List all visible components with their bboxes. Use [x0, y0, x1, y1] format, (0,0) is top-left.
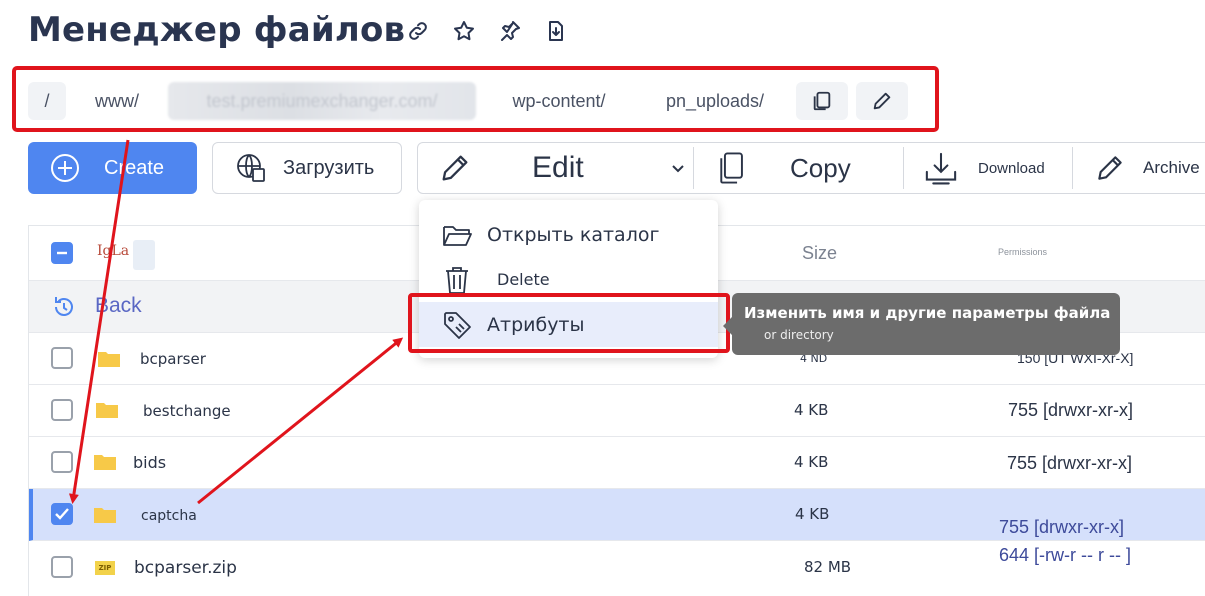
file-manager-page: Менеджер файлов / www/ test.premiumexcha… — [0, 0, 1205, 596]
title-actions — [405, 18, 569, 44]
archive-button[interactable]: Archive — [1094, 143, 1205, 193]
breadcrumb-item-domain[interactable]: test.premiumexchanger.com/ — [168, 82, 476, 120]
table-row-selected[interactable]: captcha 4 KB 755 [drwxr-xr-x] — [29, 489, 1205, 541]
create-button[interactable]: Create — [28, 142, 197, 194]
tooltip-line-1: Изменить имя и другие параметры файла — [744, 304, 1111, 322]
file-name[interactable]: bcparser — [140, 350, 206, 368]
copy-path-button[interactable] — [796, 82, 848, 120]
checkmark-icon — [55, 508, 69, 520]
permissions-column-header[interactable]: Permissions — [998, 247, 1047, 257]
file-size: 4 KB — [794, 401, 829, 419]
copy-button[interactable]: Copy — [716, 143, 896, 193]
pencil-icon — [1098, 156, 1122, 180]
upload-button-label: Загрузить — [283, 156, 375, 179]
folder-icon — [98, 352, 120, 367]
menu-item-delete-label: Delete — [497, 270, 550, 289]
folder-icon — [94, 455, 116, 470]
folder-open-icon — [443, 225, 472, 246]
upload-button[interactable]: Загрузить — [212, 142, 402, 194]
edit-button[interactable]: Edit — [438, 143, 688, 193]
file-permissions: 644 [-rw-r -- r -- ] — [999, 545, 1131, 565]
chevron-down-icon — [672, 165, 684, 173]
trash-icon — [446, 266, 468, 294]
plus-circle-icon — [51, 154, 79, 182]
tooltip-line-2: or directory — [764, 328, 834, 342]
minus-icon — [57, 251, 67, 255]
file-name[interactable]: bcparser.zip — [134, 558, 237, 578]
file-size: 4 KB — [795, 505, 830, 523]
edit-button-label: Edit — [532, 151, 584, 184]
row-checkbox[interactable] — [51, 399, 73, 421]
copy-icon — [720, 152, 743, 184]
download-file-icon[interactable] — [543, 18, 569, 44]
file-name[interactable]: bids — [133, 453, 166, 472]
menu-item-open-folder[interactable]: Открыть каталог — [419, 212, 718, 257]
download-button-label: Download — [978, 159, 1045, 177]
file-permissions: 755 [drwxr-xr-x] — [999, 517, 1125, 537]
logo-text: IgLa — [97, 243, 130, 259]
select-all-checkbox[interactable] — [51, 242, 73, 264]
row-checkbox[interactable] — [51, 347, 73, 369]
file-permissions: 755 [drwxr-xr-x] — [1007, 453, 1133, 473]
table-row[interactable]: bids 4 KB 755 [drwxr-xr-x] — [29, 437, 1205, 489]
file-permissions: 755 [drwxr-xr-x] — [1008, 400, 1134, 420]
table-row[interactable]: ZIP bcparser.zip 82 MB 644 [-rw-r -- r -… — [29, 541, 1205, 596]
zip-icon: ZIP — [95, 561, 115, 575]
toolbar-divider — [1072, 147, 1073, 189]
annotation-highlight-box — [408, 293, 730, 353]
pin-icon[interactable] — [497, 18, 523, 44]
logo: IgLa — [97, 240, 157, 270]
create-button-label: Create — [104, 156, 165, 179]
star-icon[interactable] — [451, 18, 477, 44]
folder-icon — [96, 403, 118, 418]
breadcrumb: / www/ test.premiumexchanger.com/ wp-con… — [12, 66, 939, 132]
back-icon — [55, 297, 73, 316]
copy-icon — [813, 91, 831, 111]
breadcrumb-item-wp-content[interactable]: wp-content/ — [486, 82, 632, 120]
file-name[interactable]: captcha — [141, 508, 197, 524]
download-button[interactable]: Download — [923, 143, 1073, 193]
back-label: Back — [95, 294, 142, 317]
link-icon[interactable] — [405, 18, 431, 44]
file-name[interactable]: bestchange — [143, 402, 231, 420]
page-title: Менеджер файлов — [28, 10, 406, 50]
pencil-icon — [873, 92, 891, 110]
globe-upload-icon — [237, 154, 265, 182]
size-column-header[interactable]: Size — [802, 243, 837, 264]
toolbar-divider — [903, 147, 904, 189]
row-checkbox[interactable] — [51, 451, 73, 473]
toolbar-divider — [693, 147, 694, 189]
row-checkbox[interactable] — [51, 503, 73, 525]
folder-icon — [94, 508, 116, 523]
breadcrumb-item-pn-uploads[interactable]: pn_uploads/ — [642, 82, 788, 120]
table-row[interactable]: bestchange 4 KB 755 [drwxr-xr-x] — [29, 385, 1205, 437]
breadcrumb-item-www[interactable]: www/ — [74, 82, 160, 120]
file-size: 4 KB — [794, 453, 829, 471]
archive-button-label: Archive — [1143, 158, 1200, 177]
download-icon — [925, 152, 957, 185]
file-actions-toolbar: Edit Copy Download Archive — [417, 142, 1205, 194]
file-size: 82 MB — [804, 558, 852, 576]
menu-item-open-label: Открыть каталог — [487, 223, 660, 246]
breadcrumb-root[interactable]: / — [28, 82, 66, 120]
row-checkbox[interactable] — [51, 556, 73, 578]
edit-path-button[interactable] — [856, 82, 908, 120]
copy-button-label: Copy — [790, 152, 851, 183]
attributes-tooltip: Изменить имя и другие параметры файла or… — [723, 293, 1120, 355]
pencil-icon — [442, 155, 468, 181]
